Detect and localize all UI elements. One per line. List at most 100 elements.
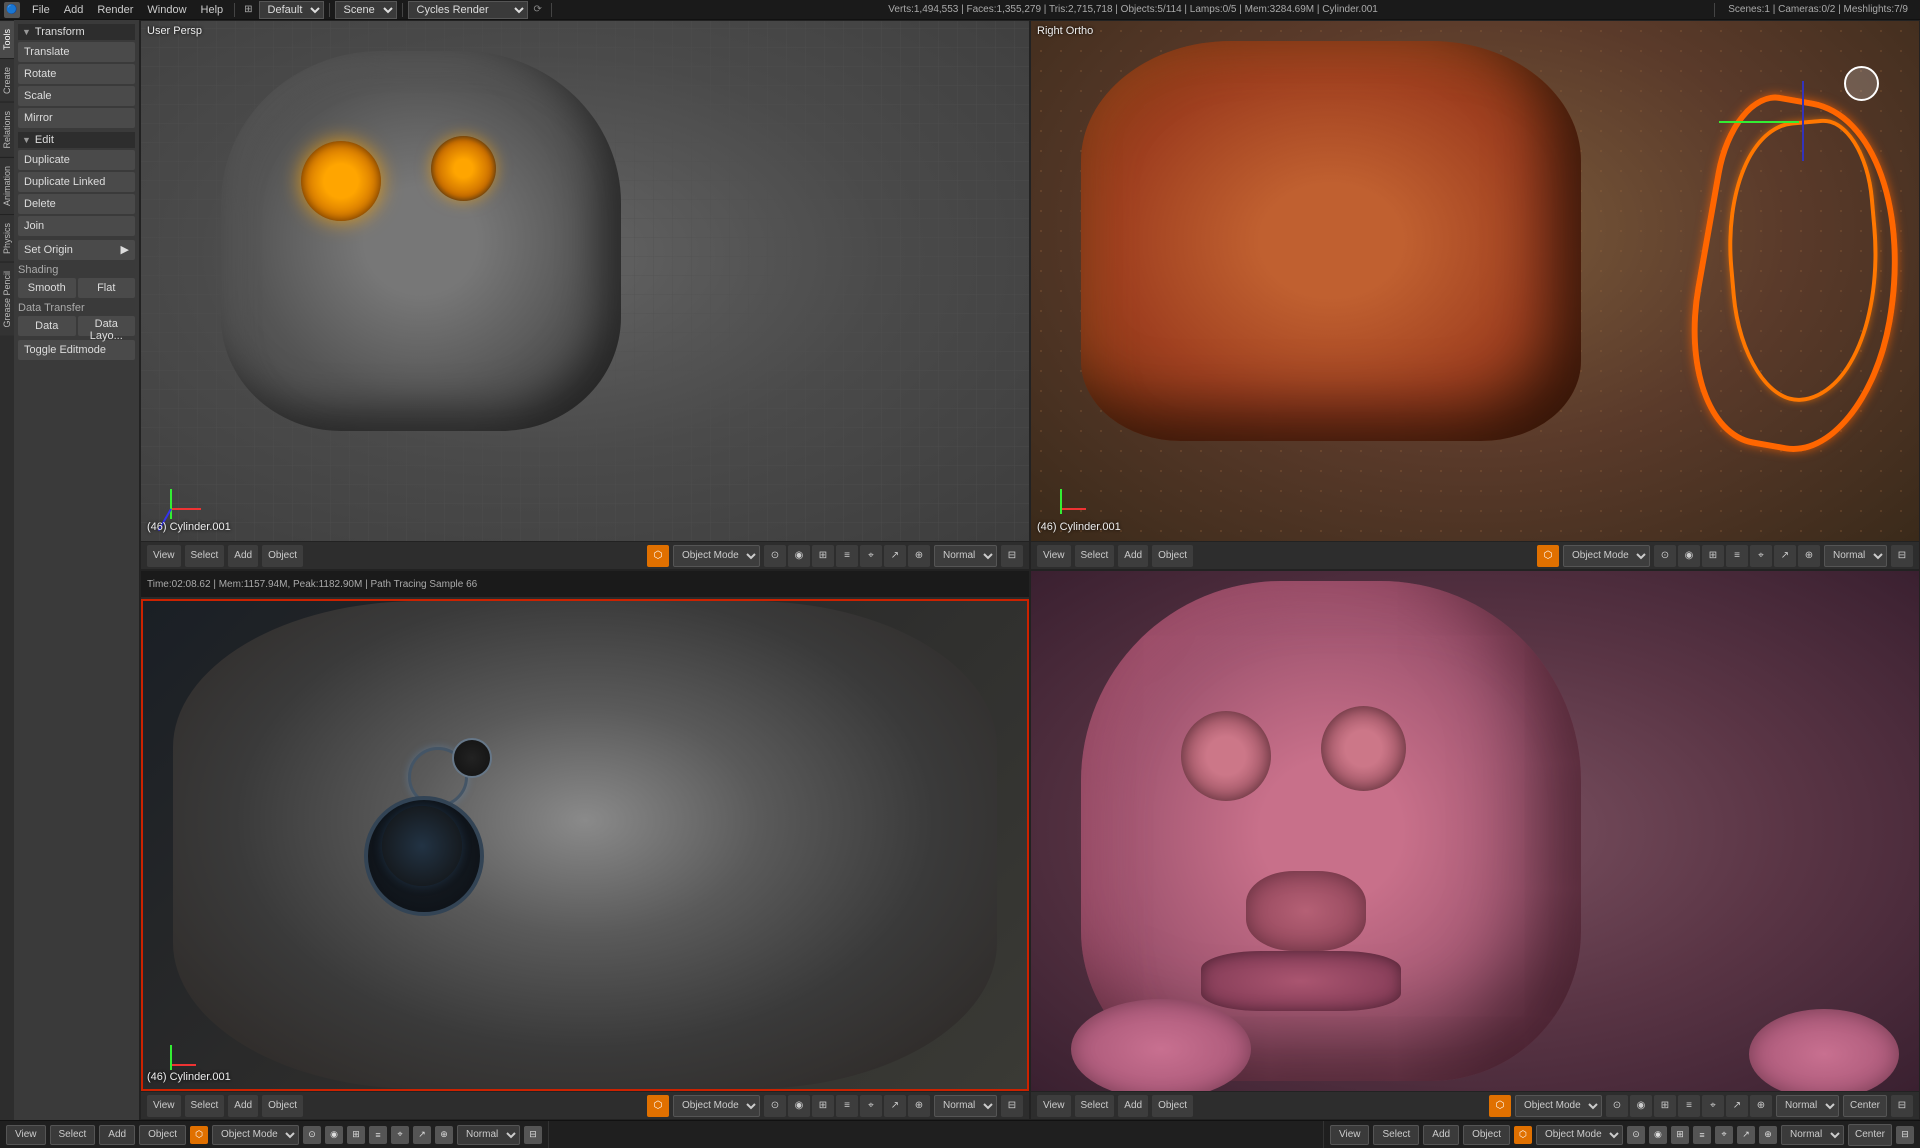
render-engine-select[interactable]: Cycles Render (408, 1, 528, 19)
status-r-icon-6[interactable]: ↗ (1737, 1126, 1755, 1144)
status-r-icon-5[interactable]: ⌖ (1715, 1126, 1733, 1144)
data-layo-btn[interactable]: Data Layo... (78, 316, 136, 336)
vp-br-icon-last[interactable]: ⊟ (1891, 1095, 1913, 1117)
layout-select[interactable]: Default (259, 1, 324, 19)
status-r-add-btn[interactable]: Add (1423, 1125, 1459, 1145)
status-r-icon-4[interactable]: ≡ (1693, 1126, 1711, 1144)
vp-tr-viewport-icon[interactable]: ⬡ (1537, 545, 1559, 567)
status-viewport-icon[interactable]: ⬡ (190, 1126, 208, 1144)
vp-tr-object-btn[interactable]: Object (1152, 545, 1193, 567)
vp-tl-add-btn[interactable]: Add (228, 545, 258, 567)
vp-br-icon-3[interactable]: ⊞ (1654, 1095, 1676, 1117)
vp-bl-viewport-icon[interactable]: ⬡ (647, 1095, 669, 1117)
status-icon-1[interactable]: ⊙ (303, 1126, 321, 1144)
vp-bl-icon-5[interactable]: ⌖ (860, 1095, 882, 1117)
vp-bl-select-btn[interactable]: Select (185, 1095, 225, 1117)
vp-bl-view-btn[interactable]: View (147, 1095, 181, 1117)
data-btn[interactable]: Data (18, 316, 76, 336)
join-btn[interactable]: Join (18, 216, 135, 236)
status-normal-select[interactable]: Normal (457, 1125, 520, 1145)
status-icon-last[interactable]: ⊟ (524, 1126, 542, 1144)
vp-bl-mode-select[interactable]: Object Mode (673, 1095, 760, 1117)
set-origin-btn[interactable]: Set Origin ▶ (18, 240, 135, 260)
vp-bl-add-btn[interactable]: Add (228, 1095, 258, 1117)
vp-br-add-btn[interactable]: Add (1118, 1095, 1148, 1117)
vp-tl-icon-5[interactable]: ⌖ (860, 545, 882, 567)
vtab-create[interactable]: Create (0, 58, 14, 102)
smooth-btn[interactable]: Smooth (18, 278, 76, 298)
vp-br-icon-5[interactable]: ⌖ (1702, 1095, 1724, 1117)
vp-tr-icon-4[interactable]: ≡ (1726, 545, 1748, 567)
vp-tr-icon-6[interactable]: ↗ (1774, 545, 1796, 567)
status-icon-5[interactable]: ⌖ (391, 1126, 409, 1144)
blender-logo-icon[interactable]: 🔵 (4, 2, 20, 18)
vp-tr-icon-3[interactable]: ⊞ (1702, 545, 1724, 567)
status-r-icon-7[interactable]: ⊕ (1759, 1126, 1777, 1144)
flat-btn[interactable]: Flat (78, 278, 136, 298)
translate-btn[interactable]: Translate (18, 42, 135, 62)
status-mode-select[interactable]: Object Mode (212, 1125, 299, 1145)
vtab-relations[interactable]: Relations (0, 102, 14, 157)
status-icon-4[interactable]: ≡ (369, 1126, 387, 1144)
status-add-btn[interactable]: Add (99, 1125, 135, 1145)
vp-tl-viewport-icon[interactable]: ⬡ (647, 545, 669, 567)
vp-br-icon-7[interactable]: ⊕ (1750, 1095, 1772, 1117)
status-icon-6[interactable]: ↗ (413, 1126, 431, 1144)
vp-tr-select-btn[interactable]: Select (1075, 545, 1115, 567)
vp-tr-normal-select[interactable]: Normal (1824, 545, 1887, 567)
vp-br-viewport-icon[interactable]: ⬡ (1489, 1095, 1511, 1117)
vp-tl-icon-1[interactable]: ⊙ (764, 545, 786, 567)
menu-window[interactable]: Window (141, 0, 192, 20)
vp-tr-icon-2[interactable]: ◉ (1678, 545, 1700, 567)
vtab-animation[interactable]: Animation (0, 157, 14, 214)
status-r-viewport-icon[interactable]: ⬡ (1514, 1126, 1532, 1144)
vp-tr-icon-5[interactable]: ⌖ (1750, 545, 1772, 567)
vp-br-select-btn[interactable]: Select (1075, 1095, 1115, 1117)
vp-tr-mode-select[interactable]: Object Mode (1563, 545, 1650, 567)
vp-tl-icon-7[interactable]: ⊕ (908, 545, 930, 567)
vtab-physics[interactable]: Physics (0, 214, 14, 262)
duplicate-btn[interactable]: Duplicate (18, 150, 135, 170)
vp-bl-normal-select[interactable]: Normal (934, 1095, 997, 1117)
vp-tl-view-btn[interactable]: View (147, 545, 181, 567)
vp-tl-icon-2[interactable]: ◉ (788, 545, 810, 567)
transform-header[interactable]: ▼ Transform (18, 24, 135, 40)
vtab-grease-pencil[interactable]: Grease Pencil (0, 262, 14, 336)
status-r-normal-select[interactable]: Normal (1781, 1125, 1844, 1145)
vp-tl-icon-last[interactable]: ⊟ (1001, 545, 1023, 567)
rotate-btn[interactable]: Rotate (18, 64, 135, 84)
vp-bl-icon-4[interactable]: ≡ (836, 1095, 858, 1117)
status-icon-3[interactable]: ⊞ (347, 1126, 365, 1144)
status-select-btn[interactable]: Select (50, 1125, 96, 1145)
vp-tr-view-btn[interactable]: View (1037, 545, 1071, 567)
vp-br-mode-select[interactable]: Object Mode (1515, 1095, 1602, 1117)
vp-br-icon-1[interactable]: ⊙ (1606, 1095, 1628, 1117)
vp-tl-icon-3[interactable]: ⊞ (812, 545, 834, 567)
viewport-bottom-right[interactable]: View Select Add Object ⬡ Object Mode ⊙ ◉… (1030, 570, 1920, 1120)
status-view-btn[interactable]: View (6, 1125, 46, 1145)
status-object-btn[interactable]: Object (139, 1125, 186, 1145)
vp-br-normal-select[interactable]: Normal (1776, 1095, 1839, 1117)
menu-help[interactable]: Help (195, 0, 230, 20)
status-r-view-btn[interactable]: View (1330, 1125, 1370, 1145)
vp-tl-select-btn[interactable]: Select (185, 545, 225, 567)
vp-tl-object-btn[interactable]: Object (262, 545, 303, 567)
vp-tl-icon-4[interactable]: ≡ (836, 545, 858, 567)
vp-tl-mode-select[interactable]: Object Mode (673, 545, 760, 567)
vtab-tools[interactable]: Tools (0, 20, 14, 58)
menu-add[interactable]: Add (58, 0, 90, 20)
vp-br-icon-6[interactable]: ↗ (1726, 1095, 1748, 1117)
viewport-top-left[interactable]: User Persp (46) Cylinder.001 View Select… (140, 20, 1030, 570)
vp-bl-icon-2[interactable]: ◉ (788, 1095, 810, 1117)
vp-bl-icon-1[interactable]: ⊙ (764, 1095, 786, 1117)
vp-bl-object-btn[interactable]: Object (262, 1095, 303, 1117)
status-icon-2[interactable]: ◉ (325, 1126, 343, 1144)
vp-bl-icon-6[interactable]: ↗ (884, 1095, 906, 1117)
edit-header[interactable]: ▼ Edit (18, 132, 135, 148)
status-r-icon-1[interactable]: ⊙ (1627, 1126, 1645, 1144)
vp-br-object-btn[interactable]: Object (1152, 1095, 1193, 1117)
vp-tr-icon-7[interactable]: ⊕ (1798, 545, 1820, 567)
viewport-top-right[interactable]: Right Ortho (46) Cylinder.001 View Selec… (1030, 20, 1920, 570)
vp-tl-normal-select[interactable]: Normal (934, 545, 997, 567)
vp-br-icon-2[interactable]: ◉ (1630, 1095, 1652, 1117)
